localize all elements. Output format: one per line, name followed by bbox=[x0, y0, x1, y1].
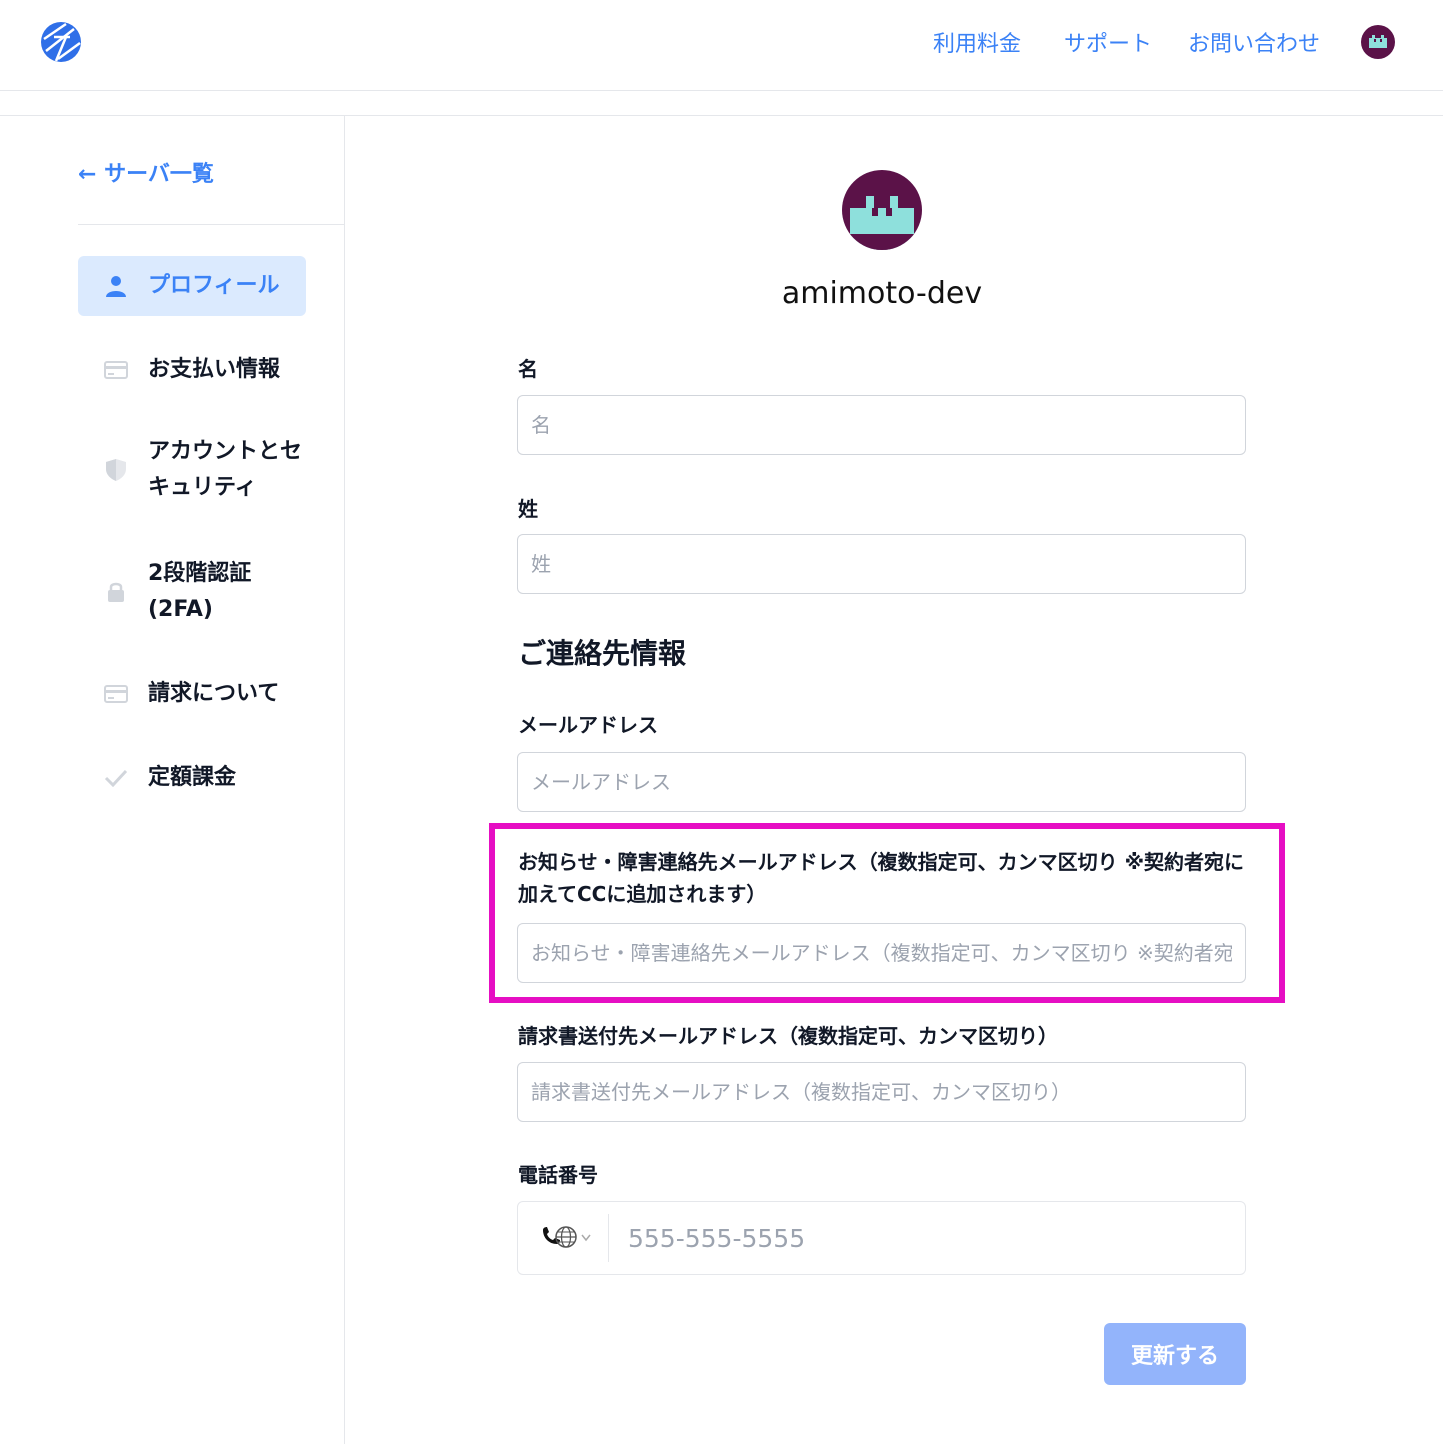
top-header: 利用料金 サポート お問い合わせ bbox=[0, 0, 1443, 91]
contact-section-title: ご連絡先情報 bbox=[518, 637, 687, 670]
notify-email-input[interactable] bbox=[517, 923, 1246, 983]
country-select[interactable] bbox=[540, 1224, 610, 1254]
credit-card-icon bbox=[104, 682, 128, 706]
globe-phone-icon bbox=[540, 1224, 594, 1254]
phone-label: 電話番号 bbox=[518, 1163, 598, 1187]
profile-avatar bbox=[842, 170, 922, 250]
nav-support-link[interactable]: サポート bbox=[1064, 26, 1152, 58]
first-name-input[interactable] bbox=[517, 395, 1246, 455]
update-button[interactable]: 更新する bbox=[1104, 1323, 1246, 1385]
sidebar-item-label: 請求について bbox=[148, 681, 280, 706]
sidebar-item-subscription[interactable]: 定額課金 bbox=[78, 760, 306, 796]
nav-pricing-link[interactable]: 利用料金 bbox=[933, 26, 1021, 58]
last-name-label: 姓 bbox=[518, 497, 538, 521]
sidebar-item-label: 2段階認証(2FA) bbox=[148, 561, 252, 622]
invoice-email-label: 請求書送付先メールアドレス（複数指定可、カンマ区切り） bbox=[518, 1024, 1058, 1048]
sidebar: ← サーバ一覧 プロフィール お支払い情報 アカウントとセキュリティ 2段階認証… bbox=[0, 116, 345, 1444]
phone-separator bbox=[608, 1214, 609, 1262]
back-to-server-list-link[interactable]: ← サーバ一覧 bbox=[78, 156, 214, 188]
sidebar-divider bbox=[78, 224, 345, 225]
lock-icon bbox=[104, 580, 128, 604]
sidebar-item-2fa[interactable]: 2段階認証(2FA) bbox=[78, 556, 306, 628]
sidebar-item-security[interactable]: アカウントとセキュリティ bbox=[78, 434, 306, 506]
phone-input[interactable] bbox=[628, 1214, 1228, 1262]
shield-icon bbox=[104, 458, 128, 482]
nav-contact-link[interactable]: お問い合わせ bbox=[1188, 26, 1320, 58]
last-name-input[interactable] bbox=[517, 534, 1246, 594]
phone-field bbox=[517, 1201, 1246, 1275]
email-input[interactable] bbox=[517, 752, 1246, 812]
first-name-label: 名 bbox=[518, 357, 538, 381]
credit-card-icon bbox=[104, 358, 128, 382]
check-icon bbox=[104, 766, 128, 790]
sidebar-item-billing[interactable]: 請求について bbox=[78, 676, 306, 712]
sidebar-item-label: プロフィール bbox=[148, 273, 280, 298]
sidebar-item-profile[interactable]: プロフィール bbox=[78, 256, 306, 316]
sidebar-item-payment[interactable]: お支払い情報 bbox=[78, 352, 306, 388]
user-avatar[interactable] bbox=[1361, 25, 1395, 59]
notify-email-label: お知らせ・障害連絡先メールアドレス（複数指定可、カンマ区切り ※契約者宛に加えて… bbox=[518, 850, 1245, 906]
sidebar-item-label: お支払い情報 bbox=[148, 357, 281, 382]
profile-username: amimoto-dev bbox=[781, 276, 983, 311]
sidebar-item-label: アカウントとセキュリティ bbox=[148, 439, 303, 500]
logo-icon[interactable] bbox=[40, 21, 82, 63]
invoice-email-input[interactable] bbox=[517, 1062, 1246, 1122]
user-icon bbox=[104, 274, 128, 298]
email-label: メールアドレス bbox=[518, 713, 658, 737]
sidebar-item-label: 定額課金 bbox=[148, 765, 237, 790]
